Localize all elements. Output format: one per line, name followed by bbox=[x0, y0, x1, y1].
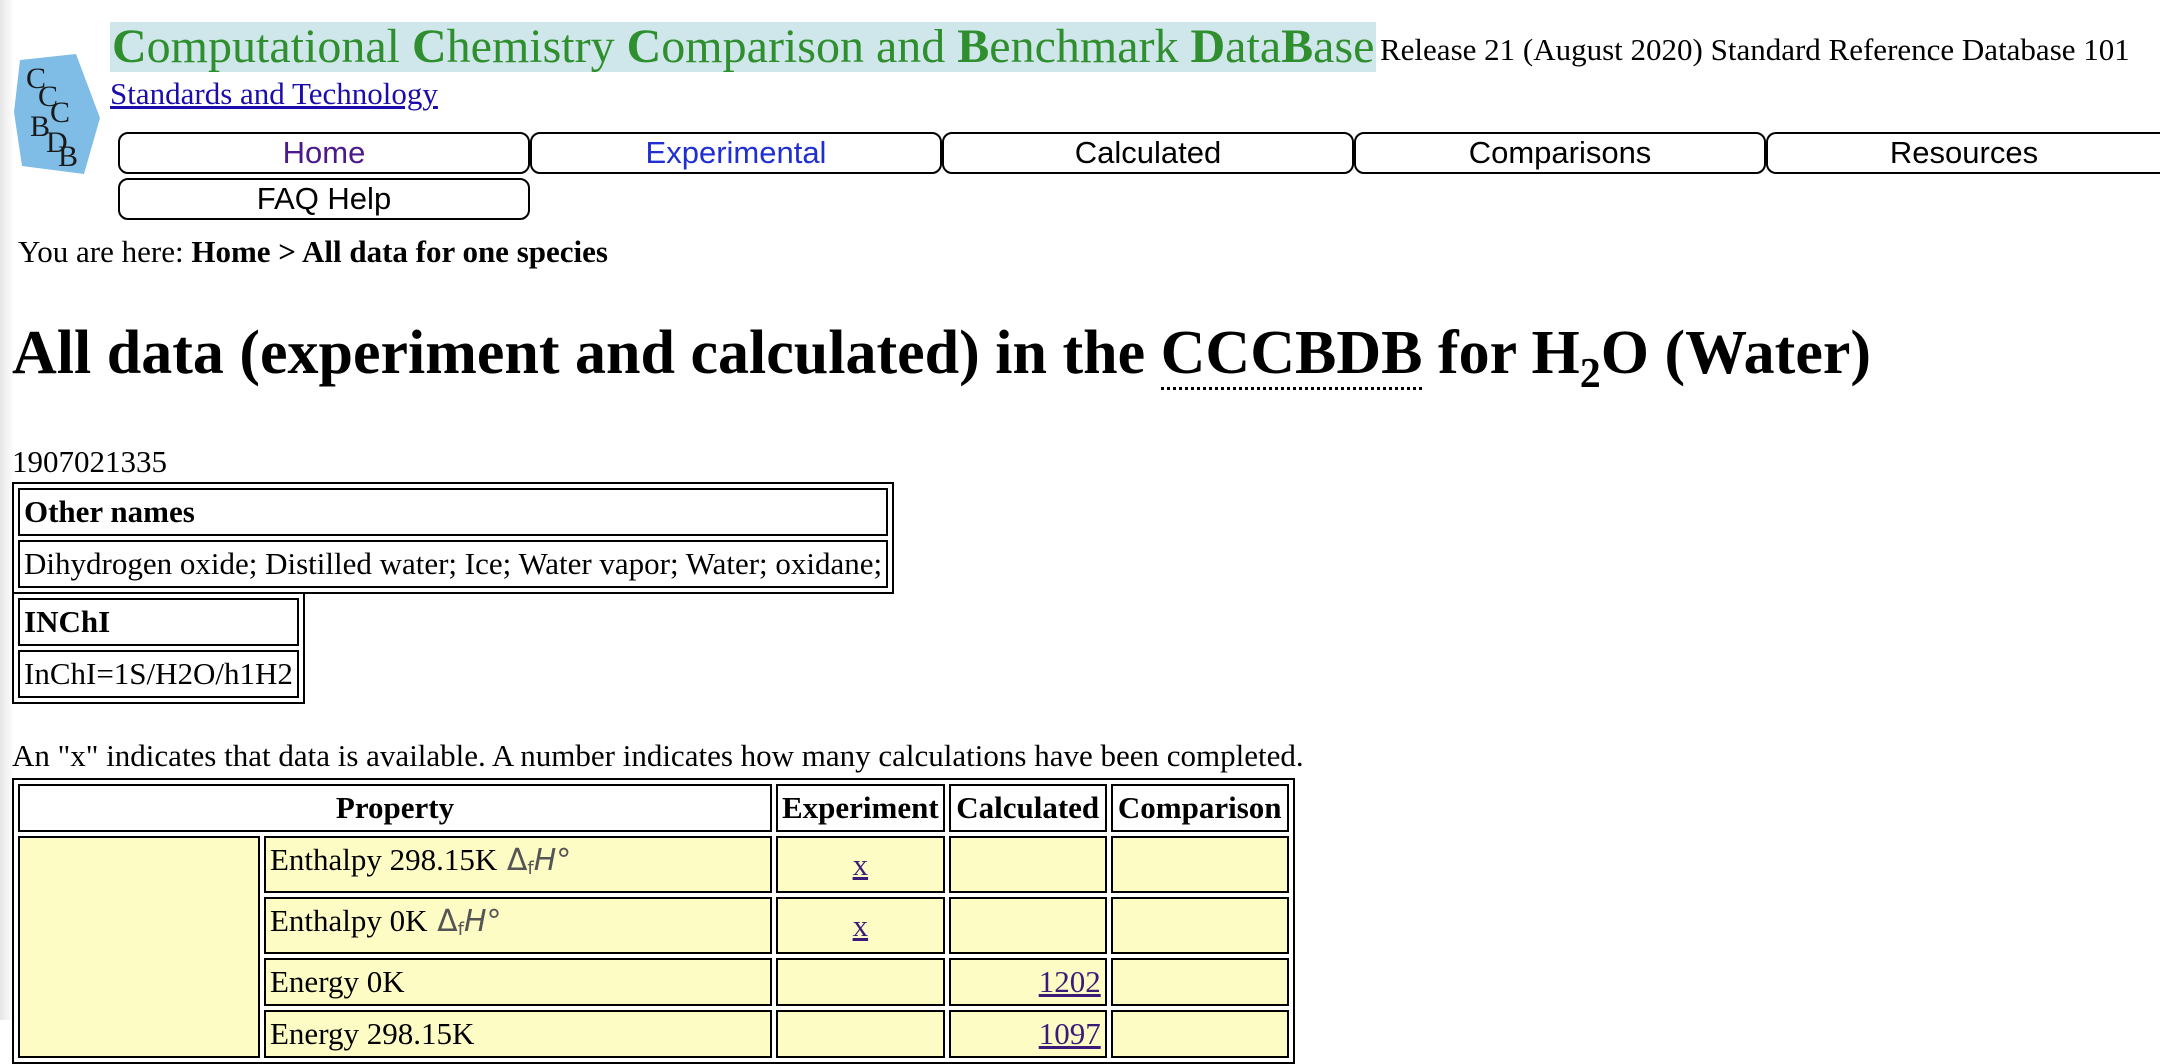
calculated-cell bbox=[948, 897, 1107, 954]
nav-faq-help-button[interactable]: FAQ Help bbox=[118, 178, 530, 220]
calculated-link[interactable]: 1097 bbox=[1039, 1016, 1101, 1051]
experiment-header: Experiment bbox=[776, 784, 945, 832]
calculated-cell bbox=[948, 836, 1107, 893]
title-initial: C bbox=[411, 20, 447, 73]
cccbdb-abbreviation[interactable]: CCCBDB bbox=[1160, 319, 1423, 390]
title-middle: for H bbox=[1422, 319, 1580, 387]
calculated-cell: 1202 bbox=[948, 958, 1107, 1006]
nav-experimental-button[interactable]: Experimental bbox=[530, 132, 942, 174]
comparison-cell bbox=[1110, 958, 1289, 1006]
title-word-rest: hemistry bbox=[446, 20, 627, 73]
calculated-header: Calculated bbox=[948, 784, 1107, 832]
availability-note: An "x" indicates that data is available.… bbox=[12, 738, 1304, 773]
experiment-link[interactable]: x bbox=[853, 908, 869, 943]
release-info: Release 21 (August 2020) Standard Refere… bbox=[1380, 32, 2130, 67]
nav-home-button[interactable]: Home bbox=[118, 132, 530, 174]
title-word-rest: omputational bbox=[146, 20, 412, 73]
nav-resources-button[interactable]: Resources bbox=[1766, 132, 2160, 174]
experiment-cell bbox=[776, 1010, 945, 1058]
title-after: O (Water) bbox=[1600, 319, 1872, 387]
inchi-header: INChI bbox=[18, 598, 299, 646]
page-title: All data (experiment and calculated) in … bbox=[12, 312, 1871, 401]
site-title[interactable]: Computational Chemistry Comparison and B… bbox=[110, 20, 1377, 73]
calculated-link[interactable]: 1202 bbox=[1039, 964, 1101, 999]
inchi-table: INChI InChI=1S/H2O/h1H2 bbox=[12, 592, 305, 704]
experiment-cell bbox=[776, 958, 945, 1006]
property-name: Energy 0K bbox=[270, 964, 405, 999]
experiment-cell: x bbox=[776, 897, 945, 954]
property-name: Enthalpy 298.15K bbox=[270, 842, 498, 877]
title-initial: C bbox=[626, 20, 662, 73]
breadcrumb-prefix: You are here: bbox=[18, 234, 184, 269]
property-table: Property Experiment Calculated Compariso… bbox=[12, 778, 1295, 1064]
comparison-cell bbox=[1110, 1010, 1289, 1058]
comparison-cell bbox=[1110, 897, 1289, 954]
title-subscript: 2 bbox=[1579, 351, 1601, 397]
species-code: 1907021335 bbox=[12, 444, 167, 479]
comparison-header: Comparison bbox=[1110, 784, 1289, 832]
title-word-rest: omparison and bbox=[661, 20, 958, 73]
title-word-rest: ata bbox=[1225, 20, 1282, 73]
title-before: All data (experiment and calculated) in … bbox=[12, 319, 1161, 387]
table-row: Enthalpy 298.15K ΔfH° x bbox=[18, 836, 1289, 1058]
enthalpy-formation-symbol-icon: ΔfH° bbox=[497, 843, 572, 879]
other-names-header: Other names bbox=[18, 488, 889, 536]
title-initial: D bbox=[1190, 20, 1226, 73]
title-initial: B bbox=[1281, 20, 1314, 73]
title-word-rest: enchmark bbox=[989, 20, 1191, 73]
property-header: Property bbox=[18, 784, 772, 832]
property-group-cell bbox=[18, 836, 260, 1058]
cccbdb-logo-icon[interactable]: C C C B D B bbox=[14, 54, 104, 176]
property-name-cell: Energy 298.15K bbox=[264, 1010, 772, 1058]
svg-text:B: B bbox=[58, 140, 78, 173]
property-name-cell: Enthalpy 0K ΔfH° bbox=[264, 897, 772, 954]
other-names-table: Other names Dihydrogen oxide; Distilled … bbox=[12, 482, 895, 594]
experiment-cell: x bbox=[776, 836, 945, 893]
experiment-link[interactable]: x bbox=[853, 847, 869, 882]
property-name-cell: Enthalpy 298.15K ΔfH° bbox=[264, 836, 772, 893]
title-initial: C bbox=[112, 20, 147, 73]
nav-comparisons-button[interactable]: Comparisons bbox=[1354, 132, 1766, 174]
property-name: Enthalpy 0K bbox=[270, 903, 428, 938]
breadcrumb-path: Home > All data for one species bbox=[191, 234, 608, 269]
property-name: Energy 298.15K bbox=[270, 1016, 475, 1051]
enthalpy-formation-symbol-icon: ΔfH° bbox=[427, 904, 502, 940]
comparison-cell bbox=[1110, 836, 1289, 893]
title-initial: B bbox=[957, 20, 990, 73]
calculated-cell: 1097 bbox=[948, 1010, 1107, 1058]
breadcrumb: You are here: Home > All data for one sp… bbox=[18, 232, 608, 272]
other-names-value: Dihydrogen oxide; Distilled water; Ice; … bbox=[18, 540, 889, 588]
nav-calculated-button[interactable]: Calculated bbox=[942, 132, 1354, 174]
inchi-value: InChI=1S/H2O/h1H2 bbox=[18, 650, 299, 698]
title-word-rest: ase bbox=[1313, 20, 1375, 73]
property-name-cell: Energy 0K bbox=[264, 958, 772, 1006]
nist-link[interactable]: Standards and Technology bbox=[110, 74, 438, 114]
svg-text:C: C bbox=[50, 96, 70, 129]
